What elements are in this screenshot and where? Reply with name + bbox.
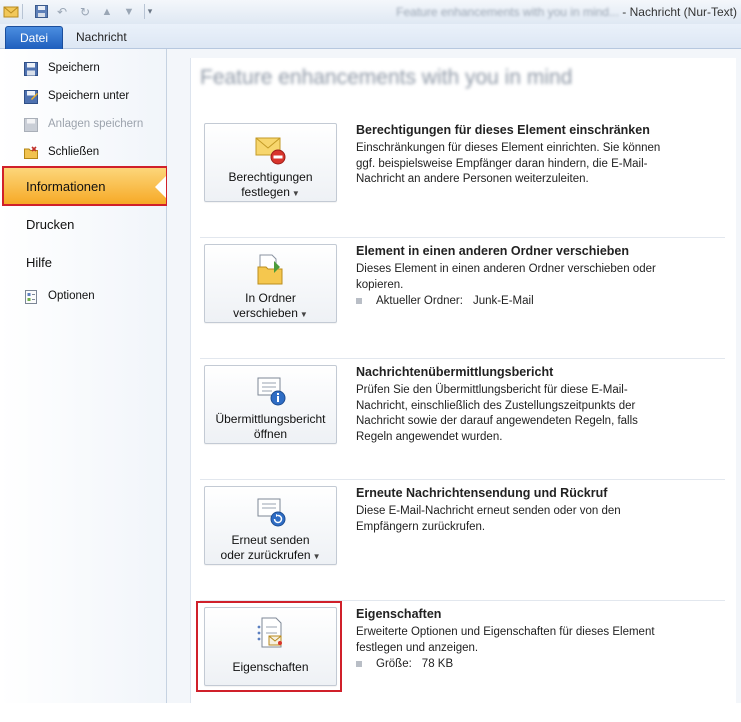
window-title: Feature enhancements with you in mind...… (396, 5, 737, 19)
nav-command-anlagen-speichern[interactable]: Anlagen speichern (0, 112, 166, 138)
button-label-line-2: verschieben (233, 306, 298, 320)
button-label-line-2: öffnen (253, 427, 288, 441)
section-description: Erweiterte Optionen und Eigenschaften fü… (356, 626, 655, 654)
nav-tab-drucken[interactable]: Drucken (0, 207, 166, 243)
current-folder-property: Aktueller Ordner: Junk-E-Mail (356, 295, 534, 307)
dropdown-caret-icon: ▼ (291, 189, 300, 198)
move-to-folder-icon (254, 253, 288, 287)
property-value: Junk-E-Mail (472, 295, 534, 307)
section-description: Diese E-Mail-Nachricht erneut senden ode… (356, 505, 621, 533)
button-label-line-1: Erneut senden (231, 533, 310, 547)
next-item-icon[interactable]: ▼ (122, 4, 136, 19)
nav-command-label: Speichern unter (48, 90, 130, 102)
section-title: Eigenschaften (356, 607, 442, 621)
save-icon (24, 62, 38, 76)
undo-icon[interactable]: ↶ (55, 4, 69, 19)
tab-datei[interactable]: Datei (5, 26, 63, 49)
size-property: Größe: 78 KB (356, 658, 453, 670)
toolbar-separator (22, 4, 25, 19)
uebermittlungsbericht-oeffnen-button[interactable]: Übermittlungsbericht öffnen (204, 365, 337, 444)
highlight-box-eigenschaften (196, 601, 342, 692)
redo-icon[interactable]: ↻ (78, 4, 92, 19)
ribbon-tab-row: Datei Nachricht (0, 24, 741, 49)
button-label-line-1: Berechtigungen (228, 170, 313, 184)
button-label-line-1: Übermittlungsbericht (215, 412, 326, 426)
resend-recall-icon (254, 495, 288, 529)
permission-envelope-icon (254, 132, 288, 166)
bullet-square-icon (356, 660, 362, 667)
nav-command-speichern-unter[interactable]: Speichern unter (0, 84, 166, 110)
section-berechtigungen: Berechtigungen festlegen ▼ Berechtigungen … (190, 117, 735, 238)
nav-command-optionen[interactable]: Optionen (0, 284, 166, 310)
section-title: Berechtigungen für dieses Element einsch… (356, 123, 650, 137)
nav-tab-label: Drucken (26, 217, 75, 232)
nav-command-label: Anlagen speichern (48, 118, 144, 130)
save-as-icon (24, 90, 38, 104)
window-title-type: Nachricht (Nur-Text) (629, 5, 737, 19)
nav-tab-hilfe[interactable]: Hilfe (0, 245, 166, 281)
customize-toolbar-icon[interactable]: ▾ (144, 4, 155, 19)
section-ordner: In Ordner verschieben ▼ Element in einen a… (190, 238, 735, 359)
section-description: Prüfen Sie den Übermittlungsbericht für … (356, 384, 638, 443)
dropdown-caret-icon: ▼ (312, 552, 321, 561)
window-title-separator: - (618, 5, 630, 19)
nav-command-speichern[interactable]: Speichern (0, 56, 166, 82)
section-title: Erneute Nachrichtensendung und Rückruf (356, 486, 608, 500)
bullet-square-icon (356, 297, 362, 304)
property-value: 78 KB (421, 658, 454, 670)
save-icon[interactable] (34, 4, 48, 19)
previous-item-icon[interactable]: ▲ (100, 4, 114, 19)
dropdown-caret-icon: ▼ (299, 310, 308, 319)
berechtigungen-festlegen-button[interactable]: Berechtigungen festlegen ▼ (204, 123, 337, 202)
nav-command-label: Optionen (48, 290, 95, 302)
property-label: Größe: (376, 658, 412, 670)
page-title: Feature enhancements with you in mind (200, 66, 573, 89)
nav-command-label: Speichern (48, 62, 100, 74)
close-folder-icon (24, 146, 38, 160)
section-erneut-senden: Erneut senden oder zurückrufen ▼ Erneute N… (190, 480, 735, 601)
nav-tab-label: Hilfe (26, 255, 53, 270)
outlook-app-icon[interactable] (3, 4, 19, 19)
nav-command-schliessen[interactable]: Schließen (0, 140, 166, 166)
section-uebermittlungsbericht: Übermittlungsbericht öffnen Nachrichtenüb… (190, 359, 735, 480)
property-label: Aktueller Ordner: (376, 295, 463, 307)
highlight-box-informationen (2, 166, 168, 206)
button-label-line-1: In Ordner (245, 291, 296, 305)
tab-nachricht[interactable]: Nachricht (76, 30, 127, 44)
title-bar: ↶ ↻ ▲ ▼ ▾ Feature enhancements with you … (0, 0, 741, 25)
section-description: Dieses Element in einen anderen Ordner v… (356, 263, 656, 291)
nav-command-label: Schließen (48, 146, 100, 158)
button-label-line-2: oder zurückrufen (220, 548, 311, 562)
button-label-line-2: festlegen (241, 185, 290, 199)
in-ordner-verschieben-button[interactable]: In Ordner verschieben ▼ (204, 244, 337, 323)
save-attachments-icon (24, 118, 38, 132)
delivery-report-icon (254, 374, 288, 408)
options-icon (24, 290, 38, 304)
section-description: Einschränkungen für dieses Element einri… (356, 142, 661, 185)
section-title: Element in einen anderen Ordner verschie… (356, 244, 630, 258)
erneut-senden-button[interactable]: Erneut senden oder zurückrufen ▼ (204, 486, 337, 565)
section-title: Nachrichtenübermittlungsbericht (356, 365, 554, 379)
window-title-subject: Feature enhancements with you in mind... (396, 5, 619, 19)
